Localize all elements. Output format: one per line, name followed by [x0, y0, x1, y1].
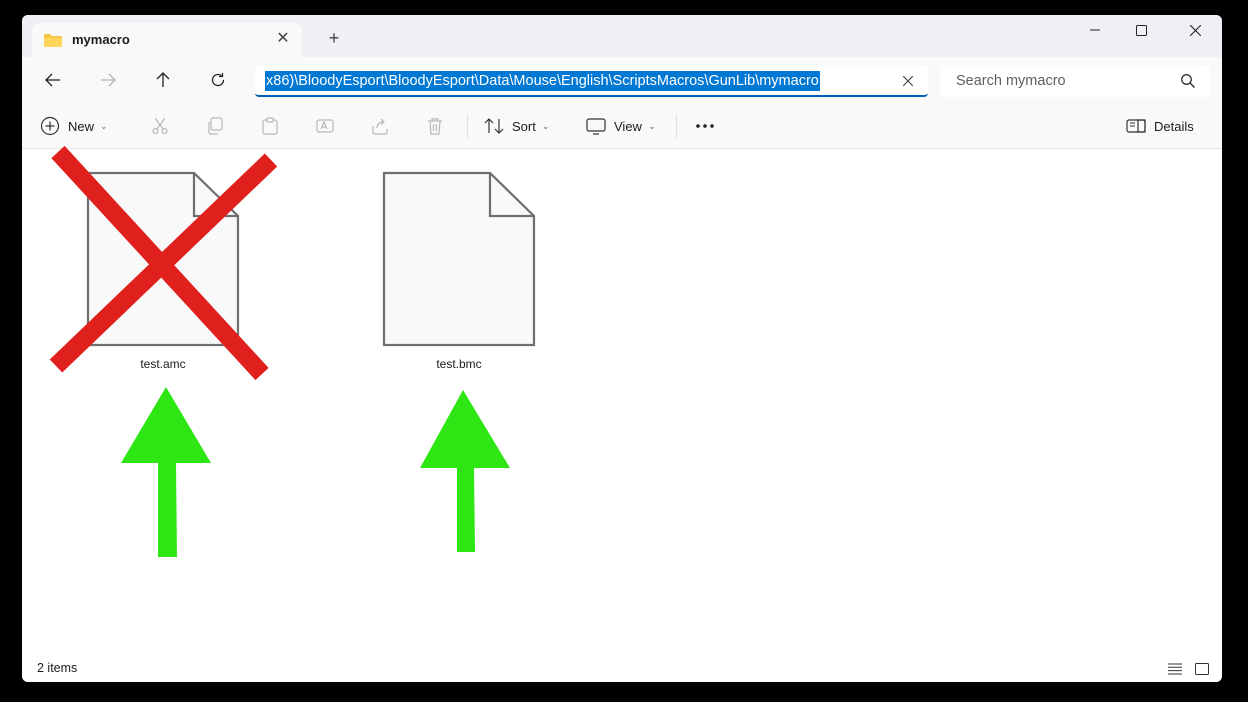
details-view-button[interactable]	[1166, 660, 1184, 678]
clear-icon	[903, 76, 913, 86]
details-pane-icon	[1126, 119, 1146, 133]
toolbar-separator	[467, 115, 468, 139]
tab-title: mymacro	[72, 32, 130, 47]
details-button[interactable]: Details	[1126, 112, 1194, 140]
plus-circle-icon	[40, 116, 60, 136]
refresh-icon	[211, 73, 225, 87]
back-button[interactable]	[38, 65, 68, 95]
large-icons-view-button[interactable]	[1193, 660, 1211, 678]
close-icon	[1189, 24, 1201, 36]
new-button[interactable]: New ⌄	[40, 112, 108, 140]
tab-mymacro[interactable]: mymacro ✕	[32, 23, 302, 57]
clipboard-icon	[262, 117, 278, 135]
share-icon	[372, 118, 388, 135]
sort-icon	[484, 118, 504, 134]
search-placeholder: Search mymacro	[956, 73, 1066, 89]
new-tab-button[interactable]: +	[324, 28, 344, 48]
minimize-icon	[1090, 29, 1100, 31]
more-dots-icon	[696, 124, 714, 128]
view-label: View	[614, 118, 642, 134]
rename-icon	[316, 119, 334, 133]
delete-button[interactable]	[424, 115, 446, 137]
blank-file-icon	[86, 171, 240, 347]
copy-icon	[208, 117, 223, 135]
address-path[interactable]: x86)\BloodyEsport\BloodyEsport\Data\Mous…	[265, 71, 820, 91]
up-button[interactable]	[148, 65, 178, 95]
chevron-down-icon: ⌄	[647, 120, 656, 131]
maximize-icon	[1135, 24, 1147, 36]
command-bar: New ⌄ Sort ⌄ View ⌄ Details	[22, 103, 1222, 149]
refresh-button[interactable]	[203, 65, 233, 95]
cut-button[interactable]	[149, 115, 171, 137]
view-button[interactable]: View ⌄	[586, 112, 656, 140]
navigation-bar: x86)\BloodyEsport\BloodyEsport\Data\Mous…	[22, 57, 1222, 103]
rename-button[interactable]	[314, 115, 336, 137]
details-label: Details	[1154, 118, 1194, 134]
forward-button[interactable]	[93, 65, 123, 95]
title-bar: mymacro ✕ +	[22, 15, 1222, 57]
scissors-icon	[152, 117, 168, 135]
up-arrow-icon	[156, 72, 170, 87]
maximize-button[interactable]	[1114, 15, 1168, 45]
chevron-down-icon: ⌄	[541, 120, 550, 131]
sort-label: Sort	[512, 118, 536, 134]
forward-arrow-icon	[101, 73, 116, 87]
file-list-area: test.amc test.bmc	[22, 150, 1222, 656]
file-name: test.amc	[140, 357, 186, 371]
search-icon	[1181, 74, 1195, 88]
paste-button[interactable]	[259, 115, 281, 137]
list-view-icon	[1168, 663, 1182, 675]
see-more-button[interactable]	[694, 115, 716, 137]
file-name: test.bmc	[436, 357, 482, 371]
status-bar: 2 items	[22, 656, 1222, 682]
file-item[interactable]: test.bmc	[374, 170, 544, 371]
address-bar[interactable]: x86)\BloodyEsport\BloodyEsport\Data\Mous…	[255, 65, 928, 97]
chevron-down-icon: ⌄	[100, 120, 108, 131]
monitor-icon	[586, 118, 606, 135]
tile-view-icon	[1195, 663, 1209, 675]
new-label: New	[68, 118, 95, 134]
search-box[interactable]: Search mymacro	[940, 65, 1210, 97]
blank-file-icon	[382, 171, 536, 347]
sort-button[interactable]: Sort ⌄	[484, 112, 549, 140]
file-item[interactable]: test.amc	[78, 170, 248, 371]
item-count: 2 items	[37, 661, 78, 675]
file-explorer-window: mymacro ✕ + x86)\BloodyEsport\BloodyEspo…	[22, 15, 1222, 682]
share-button[interactable]	[369, 115, 391, 137]
close-tab-icon[interactable]: ✕	[274, 30, 292, 48]
trash-icon	[428, 118, 442, 135]
close-window-button[interactable]	[1168, 15, 1222, 45]
copy-button[interactable]	[204, 115, 226, 137]
folder-icon	[44, 34, 62, 47]
toolbar-separator	[676, 115, 677, 139]
clear-address-button[interactable]	[898, 71, 918, 91]
back-arrow-icon	[45, 73, 60, 87]
